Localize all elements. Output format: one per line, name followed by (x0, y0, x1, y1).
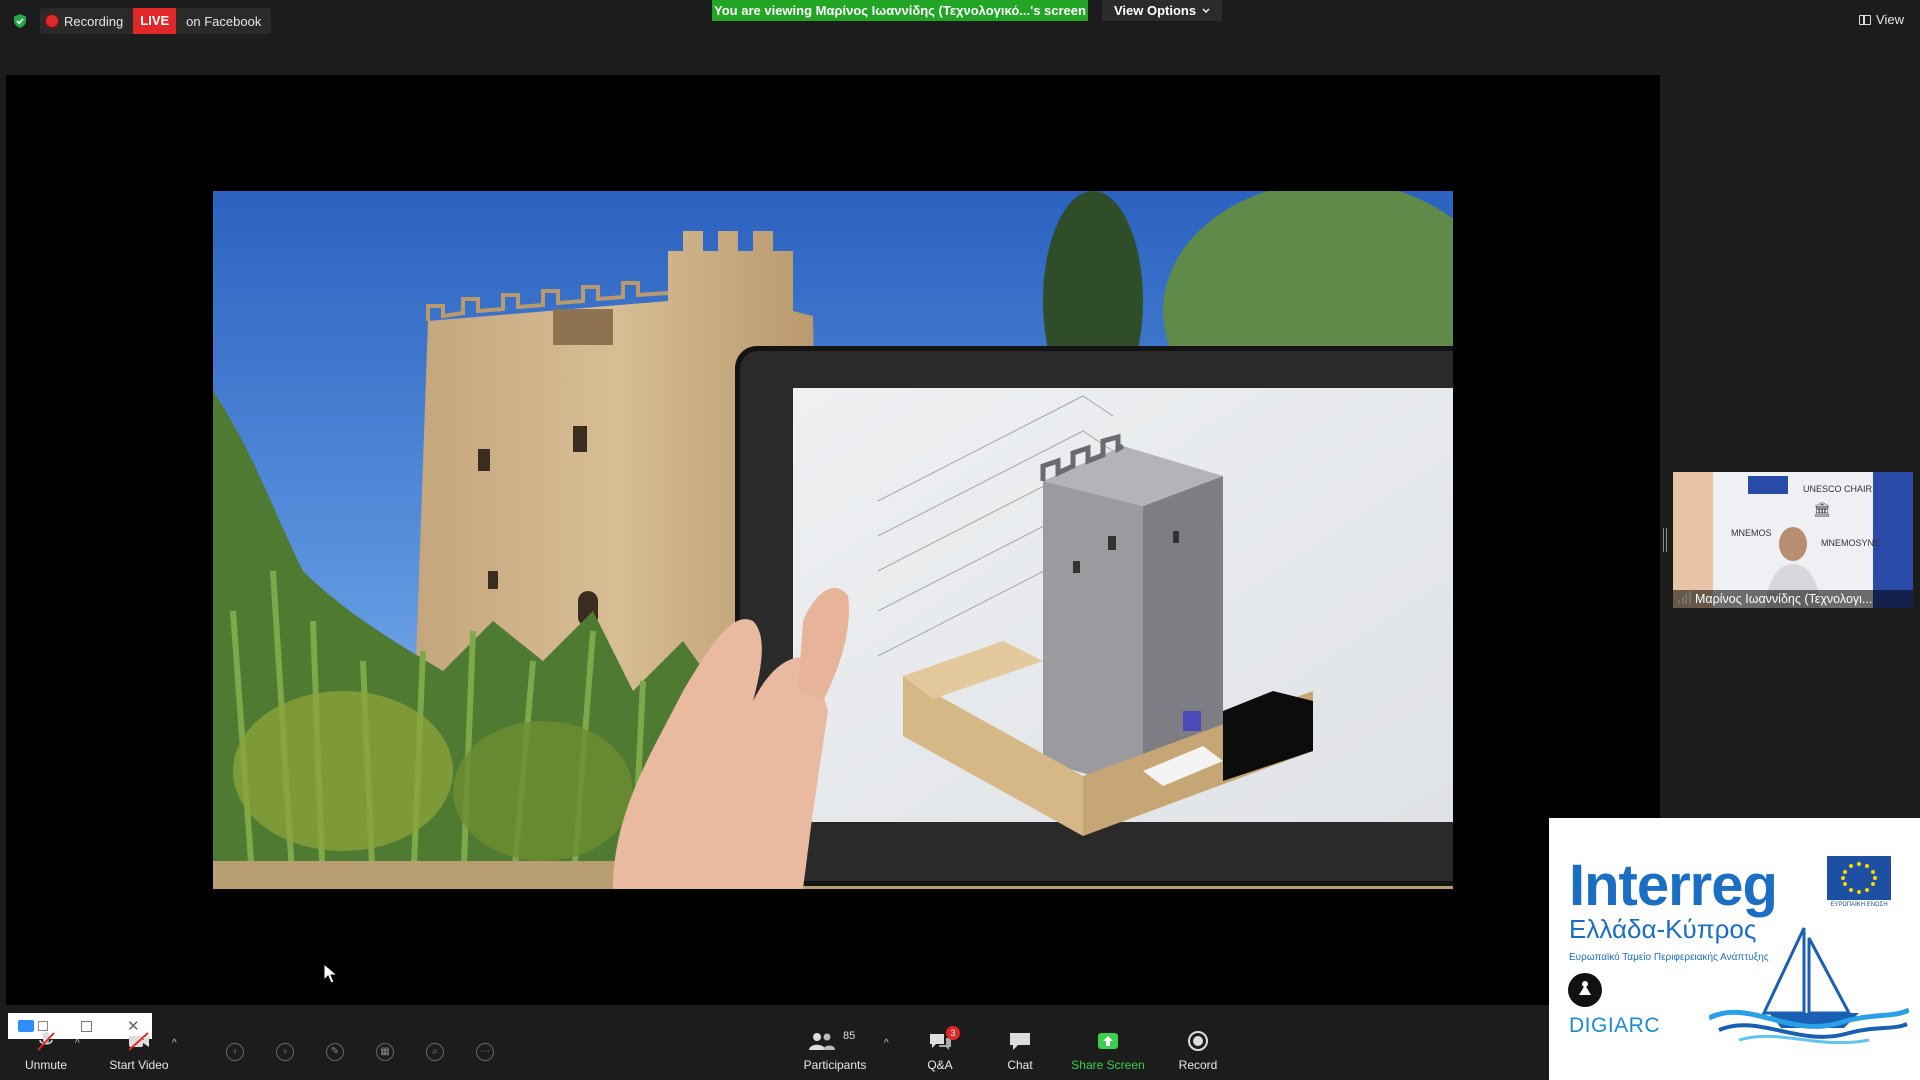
svg-text:UNESCO CHAIR: UNESCO CHAIR (1803, 484, 1873, 494)
participants-button[interactable]: 85 Participants (800, 1030, 870, 1072)
qa-label: Q&A (927, 1058, 953, 1072)
shared-screen: ‹ › ✎ ▦ ⌕ ⋯ (6, 75, 1660, 1061)
svg-text:MNEMOSYNE: MNEMOSYNE (1821, 538, 1880, 548)
svg-text:🏛: 🏛 (1813, 501, 1831, 517)
microphone-muted-icon (20, 1030, 72, 1052)
participant-name: Μαρίνος Ιωαννίδης (Τεχνολογι... (1673, 590, 1913, 608)
qa-icon: 3 (920, 1026, 960, 1052)
share-screen-button[interactable]: Share Screen (1070, 1030, 1146, 1072)
qa-badge: 3 (946, 1026, 960, 1040)
start-video-label: Start Video (109, 1058, 169, 1072)
recording-label: Recording (64, 13, 124, 29)
viewing-screen-banner: You are viewing Μαρίνος Ιωαννίδης (Τεχνο… (712, 0, 1088, 21)
eu-flag-icon (1827, 856, 1891, 900)
presentation-slide (213, 191, 1453, 889)
qa-button[interactable]: 3 Q&A (920, 1026, 960, 1072)
participants-label: Participants (803, 1058, 867, 1072)
interreg-title: Interreg (1569, 853, 1778, 918)
participant-video-tile[interactable]: UNESCO CHAIR 🏛 MNEMOS MNEMOSYNE Μαρίνος … (1673, 472, 1913, 608)
digiarc-label: DIGIARC (1569, 1014, 1661, 1037)
meeting-toolbar: Unmute ^ Start Video ^ 85 Participants ^… (0, 1020, 1549, 1080)
chat-button[interactable]: Chat (1000, 1030, 1040, 1072)
interreg-logo-overlay: Interreg Ελλάδα-Κύπρος Ευρωπαϊκό Ταμείο … (1549, 818, 1920, 1080)
slide-image (213, 191, 1453, 889)
sailboat-waves-icon (1709, 927, 1909, 1045)
start-video-button[interactable]: Start Video (104, 1030, 174, 1072)
chat-label: Chat (1007, 1058, 1033, 1072)
eu-caption: ΕΥΡΩΠΑΪΚΗ ΕΝΩΣΗ (1830, 902, 1888, 908)
video-camera-off-icon (104, 1030, 174, 1052)
participants-count: 85 (843, 1030, 856, 1042)
top-bar: Recording LIVE on Facebook You are viewi… (0, 0, 1920, 40)
recording-dot-icon (46, 15, 58, 27)
shield-check-icon[interactable] (12, 13, 28, 29)
share-screen-label: Share Screen (1071, 1058, 1145, 1072)
view-button[interactable]: View (1859, 12, 1904, 27)
recording-live-indicator[interactable]: Recording LIVE on Facebook (40, 8, 272, 34)
record-label: Record (1178, 1058, 1218, 1072)
record-icon (1176, 1030, 1220, 1052)
view-options-label: View Options (1114, 3, 1197, 18)
audio-options-caret-icon[interactable]: ^ (75, 1038, 80, 1049)
view-options-button[interactable]: View Options (1102, 0, 1223, 21)
participants-caret-icon[interactable]: ^ (884, 1038, 889, 1049)
unmute-label: Unmute (24, 1058, 68, 1072)
live-platform-label: on Facebook (186, 13, 262, 29)
view-label: View (1876, 12, 1904, 27)
record-button[interactable]: Record (1176, 1030, 1220, 1072)
live-badge: LIVE (133, 8, 177, 34)
share-screen-icon (1070, 1030, 1146, 1052)
video-options-caret-icon[interactable]: ^ (172, 1038, 177, 1049)
mouse-cursor-icon (323, 962, 339, 990)
svg-text:MNEMOS: MNEMOS (1731, 528, 1772, 538)
chevron-down-icon (1202, 8, 1210, 13)
participants-icon: 85 (805, 1030, 865, 1052)
gallery-view-icon (1859, 14, 1872, 25)
unmute-button[interactable]: Unmute (20, 1030, 72, 1072)
zoom-meeting-window: Recording LIVE on Facebook You are viewi… (0, 0, 1920, 1080)
chat-icon (1000, 1030, 1040, 1052)
panel-resize-handle[interactable] (1663, 528, 1667, 552)
participant-video-feed: UNESCO CHAIR 🏛 MNEMOS MNEMOSYNE (1673, 472, 1913, 608)
digiarc-badge-icon (1568, 973, 1602, 1007)
